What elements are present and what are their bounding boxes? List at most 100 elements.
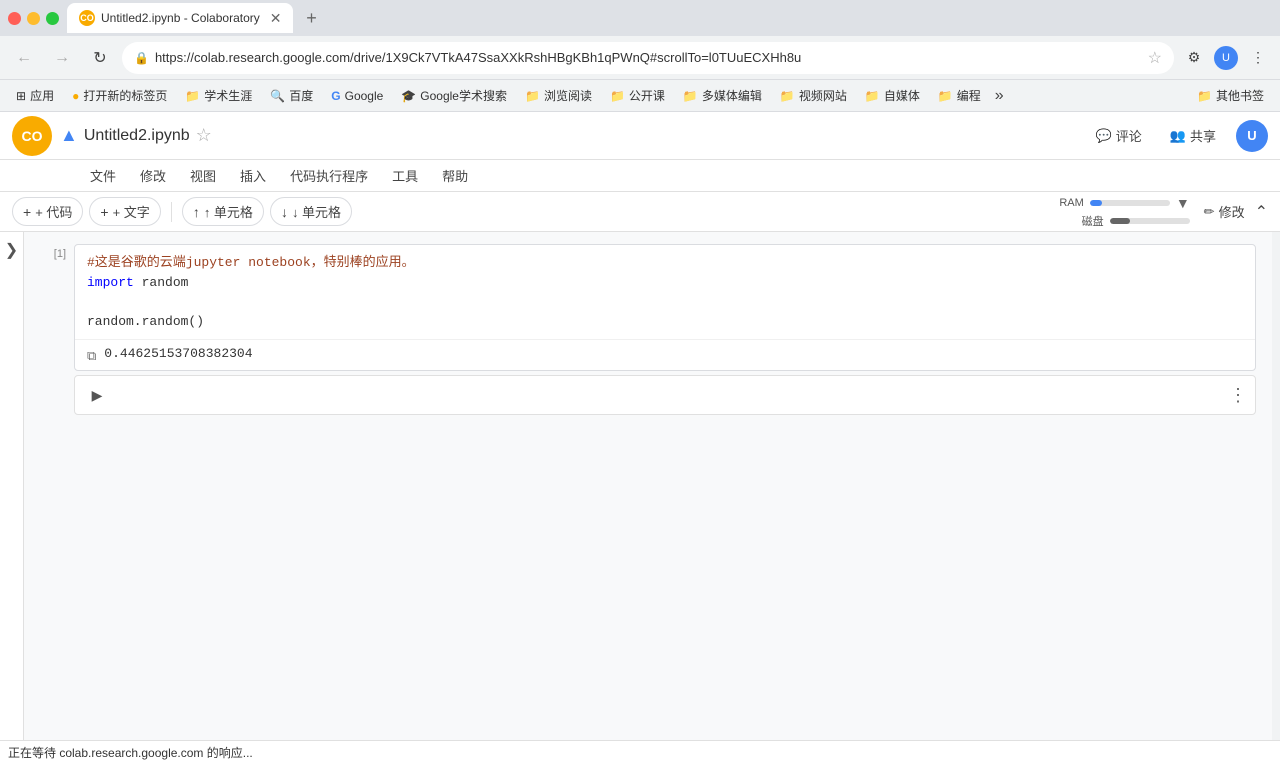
file-name: Untitled2.ipynb [84,127,190,145]
bookmarks-more-button[interactable]: » [991,87,1008,105]
colab-header: CO ▲ Untitled2.ipynb ☆ 💬 评论 👥 共享 U [0,112,1280,160]
folder-icon-6: 📁 [865,89,880,103]
menu-bar: 文件 修改 视图 插入 代码执行程序 工具 帮助 [0,160,1280,192]
move-up-button[interactable]: ↑ ↑ 单元格 [182,197,264,226]
ram-progress [1090,200,1170,206]
bookmark-video[interactable]: 📁 视频网站 [772,84,855,107]
add-text-button[interactable]: + + 文字 [89,197,160,226]
cell-wrapper-empty: ▶ ⋮ [24,375,1272,415]
file-star-button[interactable]: ☆ [196,125,212,146]
add-code-label: + 代码 [35,202,72,221]
folder-icon-5: 📁 [780,89,795,103]
refresh-button[interactable]: ↻ [84,42,116,74]
close-button[interactable] [8,12,21,25]
lock-icon: 🔒 [134,51,149,65]
code-line-1: #这是谷歌的云端jupyter notebook，特别棒的应用。 [87,253,1243,273]
address-bar[interactable]: 🔒 https://colab.research.google.com/driv… [122,42,1174,74]
menu-file[interactable]: 文件 [80,162,126,189]
profile-icon[interactable]: U [1212,44,1240,72]
edit-label: 修改 [1219,202,1245,221]
left-panel-toggle[interactable]: ❯ [0,232,24,740]
bookmark-opencourse[interactable]: 📁 公开课 [602,84,673,107]
user-avatar[interactable]: U [1236,120,1268,152]
bookmark-star-icon[interactable]: ☆ [1148,48,1162,68]
share-icon: 👥 [1170,128,1186,144]
cell-more-options-button[interactable]: ⋮ [1229,385,1247,406]
browser-navbar: ← → ↻ 🔒 https://colab.research.google.co… [0,36,1280,80]
add-text-label: + 文字 [113,202,150,221]
down-arrow-icon: ↓ [281,204,288,220]
ram-expand-button[interactable]: ▼ [1176,195,1190,211]
code-keyword: import [87,275,134,290]
add-code-button[interactable]: + + 代码 [12,197,83,226]
bookmark-label-11: 编程 [957,87,981,104]
drive-icon: ▲ [60,125,78,146]
maximize-button[interactable] [46,12,59,25]
move-down-button[interactable]: ↓ ↓ 单元格 [270,197,352,226]
new-tab-button[interactable]: + [297,4,325,32]
bookmark-self-media[interactable]: 📁 自媒体 [857,84,928,107]
up-arrow-icon: ↑ [193,204,200,220]
bookmark-xueshushengya[interactable]: 📁 学术生涯 [177,84,260,107]
bookmark-label-7: 公开课 [629,87,665,104]
code-random-call: random.random() [87,314,204,329]
code-comment: #这是谷歌的云端jupyter notebook，特别棒的应用。 [87,255,415,270]
file-title-area: ▲ Untitled2.ipynb ☆ [60,125,1080,146]
bookmark-coding[interactable]: 📁 编程 [930,84,989,107]
empty-cell[interactable]: ▶ ⋮ [74,375,1256,415]
baidu-icon: 🔍 [270,89,285,103]
status-bar: 正在等待 colab.research.google.com 的响应... [0,740,1280,764]
tab-close-button[interactable]: ✕ [270,10,282,27]
bookmark-google[interactable]: G Google [323,86,391,106]
bookmark-new-tab[interactable]: ● 打开新的标签页 [64,84,175,107]
bookmark-label-2: 学术生涯 [204,87,252,104]
menu-runtime[interactable]: 代码执行程序 [280,162,378,189]
bookmark-apps-label: 应用 [30,87,54,104]
bookmark-google-scholar[interactable]: 🎓 Google学术搜索 [393,84,515,107]
folder-icon-7: 📁 [938,89,953,103]
menu-insert[interactable]: 插入 [230,162,276,189]
bookmark-reading[interactable]: 📁 浏览阅读 [517,84,600,107]
bookmark-other[interactable]: 📁 其他书签 [1189,84,1272,107]
menu-view[interactable]: 视图 [180,162,226,189]
collapse-toolbar-button[interactable]: ⌃ [1255,202,1268,222]
bookmark-media-edit[interactable]: 📁 多媒体编辑 [675,84,770,107]
right-scrollbar[interactable] [1272,232,1280,740]
bookmark-label-4: Google [345,89,384,103]
code-cell-1[interactable]: #这是谷歌的云端jupyter notebook，特别棒的应用。 import … [74,244,1256,371]
bookmark-baidu[interactable]: 🔍 百度 [262,84,321,107]
bookmarks-bar: ⊞ 应用 ● 打开新的标签页 📁 学术生涯 🔍 百度 G Google 🎓 Go… [0,80,1280,112]
app-container: CO ▲ Untitled2.ipynb ☆ 💬 评论 👥 共享 U 文件 修改… [0,112,1280,740]
colab-logo: CO [12,116,52,156]
menu-tools[interactable]: 工具 [382,162,428,189]
forward-button[interactable]: → [46,42,78,74]
scholar-icon: 🎓 [401,89,416,103]
cell-code-area: #这是谷歌的云端jupyter notebook，特别棒的应用。 import … [75,245,1255,339]
nav-extras: ⚙ U ⋮ [1180,44,1272,72]
bookmark-label-10: 自媒体 [884,87,920,104]
ram-label: RAM [1059,197,1083,209]
back-button[interactable]: ← [8,42,40,74]
menu-help[interactable]: 帮助 [432,162,478,189]
folder-icon-1: 📁 [185,89,200,103]
url-text: https://colab.research.google.com/drive/… [155,50,1142,65]
ram-disk-area: RAM ▼ 磁盘 [1059,195,1189,229]
run-empty-cell-button[interactable]: ▶ [83,381,111,409]
copy-output-icon[interactable]: ⧉ [87,348,96,364]
chevron-right-icon: ❯ [5,240,18,260]
bookmark-apps[interactable]: ⊞ 应用 [8,84,62,107]
tab-title: Untitled2.ipynb - Colaboratory [101,11,260,25]
toolbar: + + 代码 + + 文字 ↑ ↑ 单元格 ↓ ↓ 单元格 RAM ▼ 磁盘 [0,192,1280,232]
active-tab[interactable]: CO Untitled2.ipynb - Colaboratory ✕ [67,3,293,33]
menu-edit[interactable]: 修改 [130,162,176,189]
bookmark-label-9: 视频网站 [799,87,847,104]
edit-button[interactable]: ✏ 修改 [1204,202,1245,221]
comment-icon: 💬 [1096,128,1112,144]
comment-button[interactable]: 💬 评论 [1088,122,1150,149]
colab-logo-text: CO [22,128,43,144]
extensions-button[interactable]: ⚙ [1180,44,1208,72]
share-button[interactable]: 👥 共享 [1162,122,1224,149]
menu-button[interactable]: ⋮ [1244,44,1272,72]
minimize-button[interactable] [27,12,40,25]
ram-fill [1090,200,1102,206]
